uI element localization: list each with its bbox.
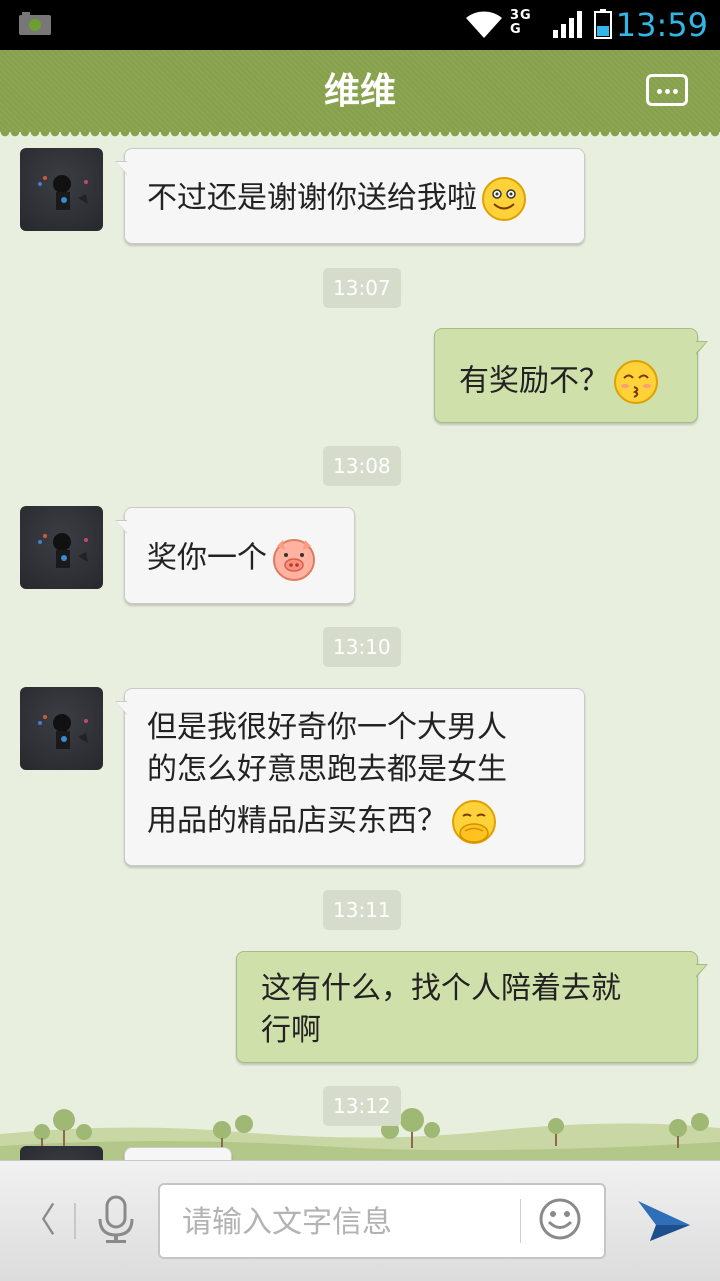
incoming-message-bubble[interactable]: 奖你一个 [115,507,355,604]
kiss-emoji-icon [614,360,658,404]
status-bar: 3G G 13:59 [0,0,720,50]
status-time: 13:59 [615,6,708,44]
contact-avatar[interactable] [20,1146,103,1160]
android-screenshot-icon [19,12,51,35]
message-text-line: 的怎么好意思跑去都是女生 [147,752,507,787]
message-input-bar: 〈 [0,1160,720,1281]
pig-emoji-icon [273,539,315,581]
message-input[interactable] [180,1197,514,1247]
outgoing-message-bubble[interactable]: 有奖励不？ [434,328,708,423]
input-divider [520,1199,521,1243]
timestamp-label: 13:12 [323,1086,401,1126]
outgoing-message-bubble[interactable]: 这有什么，找个人陪着去就 行啊 [236,951,708,1063]
timestamp-label: 13:10 [323,627,401,667]
incoming-message-bubble[interactable]: 但是我很好奇你一个大男人 的怎么好意思跑去都是女生 用品的精品店买东西？ [115,688,585,866]
signal-bars-icon [553,11,582,38]
more-options-button[interactable] [646,74,688,106]
message-text-line: 行啊 [261,1013,321,1048]
more-dots-icon [657,89,662,94]
contact-avatar[interactable] [20,148,103,231]
timestamp-label: 13:11 [323,890,401,930]
send-icon[interactable] [636,1197,692,1247]
divider [74,1203,76,1239]
timestamp-label: 13:08 [323,446,401,486]
timestamp-label: 13:07 [323,268,401,308]
message-text-line: 用品的精品店买东西？ [147,803,447,839]
contact-avatar[interactable] [20,506,103,589]
contact-avatar[interactable] [20,687,103,770]
message-text-line: 但是我很好奇你一个大男人 [147,710,507,745]
message-text: 有奖励不？ [459,363,609,399]
chat-header: 维维 [0,50,720,140]
mic-icon[interactable] [96,1195,136,1245]
incoming-message-bubble[interactable]: 不过还是谢谢你送给我啦 [115,148,585,244]
smiley-icon[interactable] [538,1197,582,1241]
wifi-icon [466,11,502,39]
message-text: 奖你一个 [147,540,267,576]
incoming-message-bubble[interactable] [124,1147,232,1160]
message-input-container [158,1183,606,1259]
shy-emoji-icon [452,800,496,844]
contact-name-title: 维维 [323,71,396,112]
network-type-indicator: 3G G [510,8,532,37]
chat-message-list[interactable]: 不过还是谢谢你送给我啦 13:07 有奖励不？ 13:08 奖你一个 13:10 [0,132,720,1160]
message-text: 不过还是谢谢你送给我啦 [147,180,477,216]
battery-icon [594,9,612,39]
collapse-button[interactable]: 〈 [22,1203,56,1239]
smile-emoji-icon [482,177,526,221]
message-text-line: 这有什么，找个人陪着去就 [261,971,621,1006]
